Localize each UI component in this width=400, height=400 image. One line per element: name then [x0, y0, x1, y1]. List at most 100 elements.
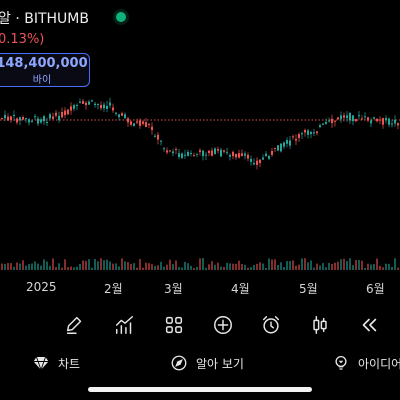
volume-bar — [22, 260, 24, 270]
volume-bar — [46, 261, 48, 270]
candle-body — [58, 115, 60, 121]
candle-body — [130, 121, 132, 125]
candle-body — [118, 114, 120, 118]
live-status-dot — [116, 12, 126, 22]
candle-body — [46, 122, 48, 124]
volume-bar — [13, 266, 15, 270]
candle-body — [337, 117, 339, 120]
candle-body — [229, 154, 231, 157]
x-label-mar: 3월 — [164, 282, 183, 296]
volume-bar — [340, 259, 342, 270]
candle-body — [226, 151, 228, 153]
volume-bar — [385, 263, 387, 270]
candle-body — [124, 114, 126, 119]
candle-body — [262, 157, 264, 160]
volume-bar — [346, 260, 348, 270]
candle-body — [274, 147, 276, 149]
volume-bar — [295, 265, 297, 270]
volume-bar — [64, 259, 66, 270]
volume-bar — [7, 263, 9, 270]
volume-bar — [253, 264, 255, 270]
candle-body — [340, 115, 342, 120]
volume-bar — [76, 266, 78, 270]
candle-body — [79, 101, 81, 103]
pen-icon[interactable] — [62, 312, 88, 338]
volume-bar — [148, 263, 150, 270]
volume-bar — [217, 262, 219, 270]
volume-bar — [208, 264, 210, 270]
volume-bar — [364, 267, 366, 270]
candle-body — [100, 104, 102, 109]
rewind-icon[interactable] — [356, 312, 382, 338]
candle-icon[interactable] — [307, 312, 333, 338]
nav-explore[interactable]: 알아 보기 — [170, 354, 244, 372]
volume-bar — [307, 262, 309, 270]
nav-ideas[interactable]: 아이디어 — [332, 354, 400, 372]
candle-body — [76, 105, 78, 107]
candle-body — [265, 153, 267, 156]
candle-body — [109, 102, 111, 106]
nav-chart[interactable]: 차트 — [32, 354, 80, 372]
plus-circle-icon[interactable] — [210, 312, 236, 338]
volume-bar — [244, 264, 246, 270]
volume-bar — [28, 263, 30, 270]
volume-bar — [196, 267, 198, 270]
candle-body — [85, 102, 87, 106]
volume-bar — [118, 266, 120, 270]
volume-bar — [313, 267, 315, 270]
x-label-jun: 6월 — [366, 282, 385, 296]
volume-bar — [151, 264, 153, 270]
volume-bar — [55, 267, 57, 270]
volume-bar — [328, 262, 330, 270]
volume-bar — [361, 260, 363, 270]
candle-body — [220, 149, 222, 157]
candle-body — [148, 124, 150, 126]
volume-bar — [181, 267, 183, 270]
candle-body — [322, 123, 324, 125]
candle-body — [334, 120, 336, 122]
x-label-2025: 2025 — [26, 280, 57, 294]
volume-bar — [160, 261, 162, 270]
nav-explore-label: 알아 보기 — [196, 356, 244, 371]
candle-body — [385, 117, 387, 121]
candle-body — [73, 105, 75, 109]
volume-bar — [394, 258, 396, 270]
candle-body — [235, 154, 237, 158]
alarm-icon[interactable] — [258, 312, 284, 338]
volume-bar — [190, 265, 192, 270]
volume-bar — [229, 263, 231, 270]
candle-body — [205, 154, 207, 156]
candle-body — [127, 118, 129, 123]
candle-body — [178, 153, 180, 157]
candlestick-chart[interactable] — [0, 90, 400, 275]
volume-bar — [301, 258, 303, 270]
candle-body — [82, 100, 84, 104]
volume-bar — [292, 260, 294, 270]
volume-bar — [16, 262, 18, 270]
volume-bar — [142, 267, 144, 270]
candle-body — [325, 121, 327, 124]
volume-bar — [199, 258, 201, 270]
indicator-icon[interactable] — [112, 312, 138, 338]
candle-body — [247, 154, 249, 159]
buy-button[interactable]: 148,400,000 바이 — [0, 53, 90, 87]
diamond-icon — [33, 356, 49, 372]
volume-bar — [268, 258, 270, 270]
volume-bar — [310, 260, 312, 270]
candle-body — [241, 153, 243, 157]
volume-bar — [145, 262, 147, 270]
symbol-title: 알 · BITHUMB — [0, 11, 89, 27]
volume-bar — [4, 263, 6, 270]
volume-bar — [349, 258, 351, 270]
candle-body — [352, 115, 354, 122]
volume-bar — [376, 258, 378, 270]
grid-icon[interactable] — [161, 312, 187, 338]
volume-bar — [226, 262, 228, 270]
candle-body — [16, 118, 18, 123]
volume-bar — [178, 267, 180, 270]
volume-bar — [169, 259, 171, 270]
volume-bar — [193, 267, 195, 270]
candle-body — [169, 150, 171, 152]
candle-body — [268, 155, 270, 159]
candle-body — [196, 153, 198, 155]
